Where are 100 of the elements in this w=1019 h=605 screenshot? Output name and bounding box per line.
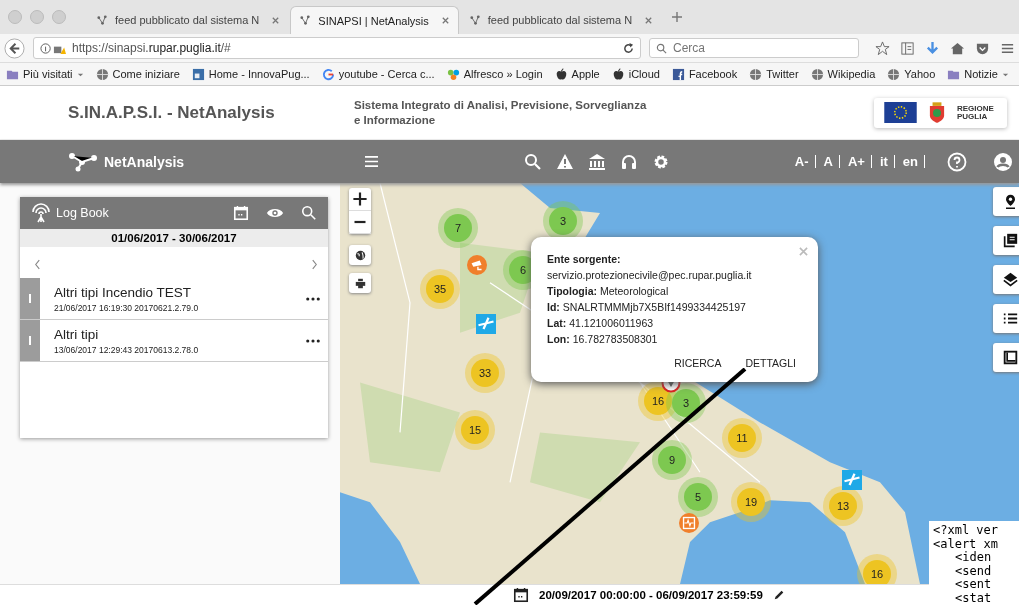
address-field[interactable]: https://sinapsi.rupar.puglia.it/#	[33, 37, 641, 59]
download-icon[interactable]	[925, 40, 940, 56]
cluster-marker[interactable]: 15	[455, 410, 495, 450]
headset-icon[interactable]	[620, 152, 638, 171]
close-icon[interactable]	[440, 16, 450, 25]
font-size-link[interactable]: A	[823, 154, 833, 169]
calendar-icon[interactable]	[513, 587, 529, 603]
field-label: Lon:	[547, 333, 570, 345]
back-icon[interactable]	[4, 37, 25, 59]
window-close-dot[interactable]	[8, 10, 22, 24]
field-label: Id:	[547, 301, 560, 313]
plane-marker-icon[interactable]	[476, 314, 496, 334]
search-icon[interactable]	[524, 152, 542, 171]
browser-tab[interactable]: feed pubblicato dal sistema N	[88, 6, 289, 34]
field-label: Ente sorgente:	[547, 253, 622, 265]
list-button[interactable]	[993, 304, 1019, 333]
map-pin-icon	[1003, 194, 1018, 209]
reload-icon[interactable]	[623, 42, 634, 54]
plane-marker-icon[interactable]	[842, 470, 862, 490]
font-size-link[interactable]: A+	[847, 154, 865, 169]
popup-action-button[interactable]: DETTAGLI	[739, 355, 802, 371]
bookmark-link[interactable]: Home - InnovaPug...	[191, 67, 310, 81]
cluster-marker[interactable]: 13	[823, 486, 863, 526]
camera-marker-icon[interactable]	[467, 255, 487, 275]
stack-icon	[1003, 233, 1018, 248]
globe-icon	[887, 67, 901, 81]
letter-g-icon	[321, 67, 335, 81]
pencil-icon[interactable]	[772, 589, 785, 601]
bookmark-link[interactable]: Notizie	[947, 67, 1009, 81]
entry-title: Altri tipi Incendio TEST	[54, 284, 193, 300]
new-tab-icon[interactable]	[671, 11, 684, 23]
network-icon	[299, 14, 313, 27]
close-icon[interactable]	[644, 15, 654, 25]
network-icon	[468, 13, 482, 27]
cluster-marker[interactable]: 9	[652, 440, 692, 480]
code-line: <stat	[954, 591, 993, 605]
star-icon[interactable]	[875, 40, 890, 56]
language-link[interactable]: en	[902, 154, 918, 169]
flag-icon	[884, 102, 917, 123]
date-range: 01/06/2017 - 30/06/2017	[20, 229, 328, 247]
popup-action-button[interactable]: RICERCA	[668, 355, 728, 371]
more-icon[interactable]	[306, 338, 320, 343]
window-minimize-dot[interactable]	[30, 10, 44, 24]
bookmark-link[interactable]: Apple	[554, 67, 600, 81]
cluster-marker[interactable]: 7	[438, 208, 478, 248]
language-link[interactable]: it	[879, 154, 888, 169]
bookmark-link[interactable]: iCloud	[611, 67, 660, 81]
search-field[interactable]: Cerca	[649, 38, 859, 58]
globe-button[interactable]	[349, 245, 371, 265]
window-zoom-dot[interactable]	[52, 10, 66, 24]
browser-tab[interactable]: SINAPSI | NetAnalysis	[290, 6, 459, 34]
shield-icon	[929, 101, 945, 124]
menu-icon[interactable]	[364, 155, 379, 168]
code-line: <?xml ver	[933, 524, 1000, 538]
logbook-entry[interactable]: Altri tipi Incendio TEST 21/06/2017 16:19:30 20170621.2.79.0	[20, 278, 328, 320]
bookmark-link[interactable]: youtube - Cerca c...	[321, 67, 435, 81]
bookmark-link[interactable]: Alfresco » Login	[446, 67, 543, 81]
more-icon[interactable]	[306, 296, 320, 301]
home-icon[interactable]	[950, 40, 965, 56]
bookmark-link[interactable]: Twitter	[749, 67, 799, 81]
entry-meta: 21/06/2017 16:19:30 20170621.2.79.0	[54, 302, 200, 313]
cluster-marker[interactable]: 33	[465, 353, 505, 393]
browser-tab[interactable]: feed pubblicato dal sistema N	[460, 6, 662, 34]
layers-button[interactable]	[993, 265, 1019, 294]
bookmark-link[interactable]: Wikipedia	[810, 67, 876, 81]
cluster-marker[interactable]: 5	[678, 477, 718, 517]
apple-icon	[611, 67, 625, 81]
cluster-marker[interactable]: 35	[420, 269, 460, 309]
reading-list-icon[interactable]	[900, 40, 915, 56]
code-line: <alert xm	[933, 537, 1000, 551]
cluster-marker[interactable]: 19	[731, 482, 771, 522]
location-button[interactable]	[993, 187, 1019, 216]
font-size-link[interactable]: A-	[794, 154, 809, 169]
bank-icon[interactable]	[588, 152, 606, 171]
library-button[interactable]	[993, 226, 1019, 255]
layers-icon	[1003, 272, 1018, 287]
panel-button[interactable]	[993, 343, 1019, 372]
logbook-entry[interactable]: Altri tipi 13/06/2017 12:29:43 20170613.2.78.0	[20, 320, 328, 362]
bookmark-link[interactable]: Più visitati	[6, 67, 84, 81]
list-icon	[1003, 311, 1018, 326]
cluster-marker[interactable]: 11	[722, 418, 762, 458]
print-button[interactable]	[349, 273, 371, 293]
bookmark-link[interactable]: Come iniziare	[95, 67, 180, 81]
field-value: SNALRTMMMjb7X5BIf1499334425197	[562, 301, 746, 313]
letter-f-icon	[671, 67, 685, 81]
bookmark-link[interactable]: Yahoo	[887, 67, 936, 81]
site-subtitle: Sistema Integrato di Analisi, Previsione, Sorveglianza e Informazione	[354, 98, 648, 127]
field-label: Lat:	[547, 317, 567, 329]
pulse-marker-icon[interactable]	[679, 513, 699, 533]
globe-icon	[95, 67, 109, 81]
help-icon[interactable]	[947, 151, 967, 172]
chevron-left-icon[interactable]	[34, 259, 41, 270]
close-icon[interactable]	[271, 15, 281, 25]
chevron-right-icon[interactable]	[311, 259, 318, 270]
panel-title: Log Book	[56, 206, 110, 220]
warning-icon[interactable]	[556, 152, 574, 171]
cluster-marker[interactable]: 16	[857, 554, 897, 584]
search-icon[interactable]	[300, 205, 318, 221]
user-icon[interactable]	[993, 151, 1013, 172]
bookmark-link[interactable]: Facebook	[671, 67, 738, 81]
